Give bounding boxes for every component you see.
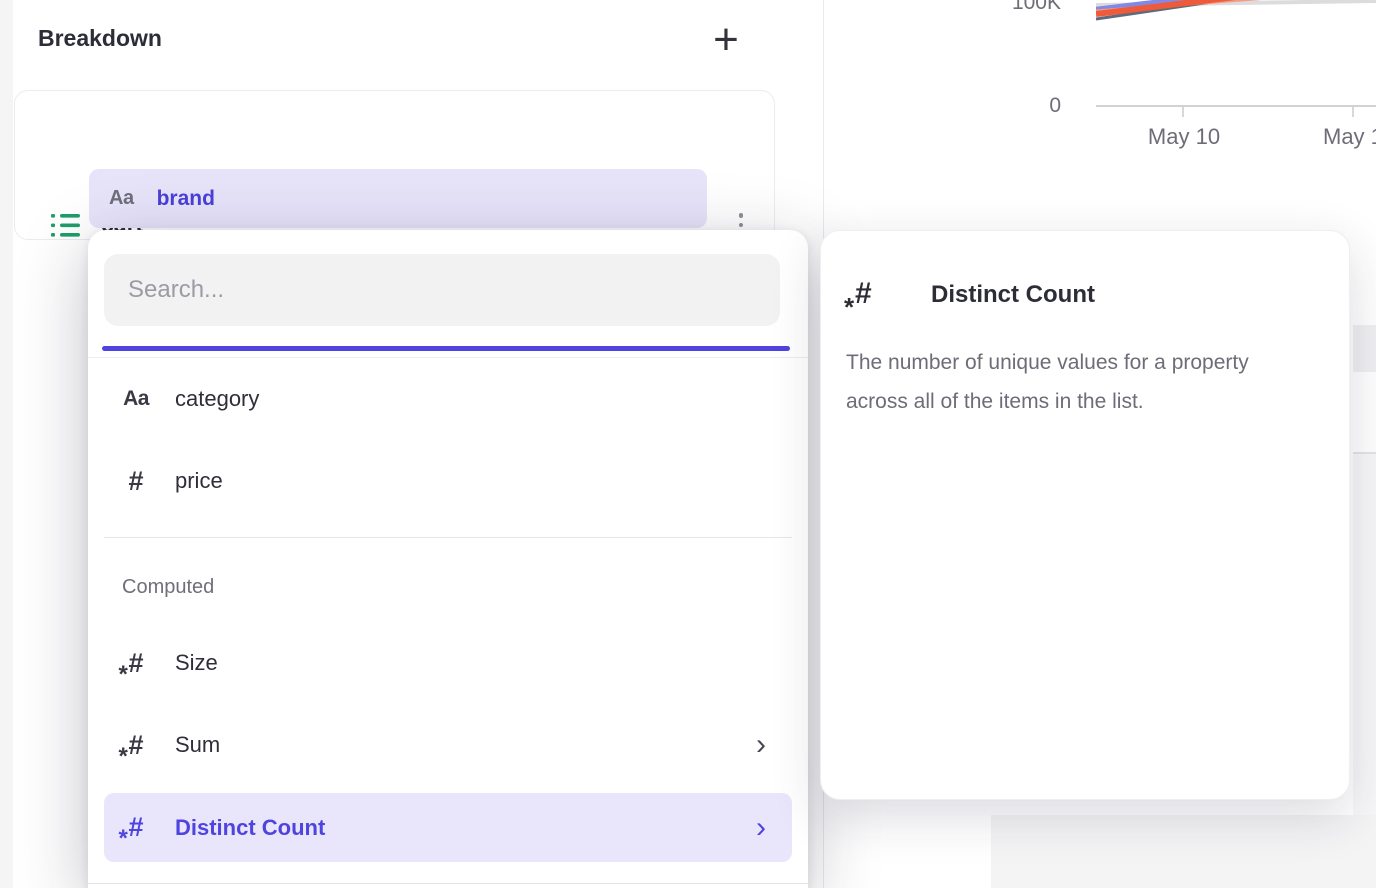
y-axis-label-0: 0: [999, 94, 1061, 118]
chevron-right-icon: ›: [756, 813, 766, 843]
tooltip-description: The number of unique values for a proper…: [846, 343, 1314, 421]
axis-tick: [1352, 107, 1354, 117]
selected-property-label: brand: [157, 187, 215, 211]
axis-tick: [1182, 107, 1184, 117]
breakdown-card: cart Aa brand: [14, 90, 775, 240]
text-type-icon: Aa: [109, 187, 134, 210]
list-type-icon: [51, 212, 81, 244]
option-label: Distinct Count: [175, 815, 325, 841]
add-breakdown-button[interactable]: +: [702, 16, 750, 64]
option-label: Sum: [175, 732, 220, 758]
text-type-icon: Aa: [118, 387, 154, 411]
option-size[interactable]: # * Size: [88, 622, 808, 704]
option-category[interactable]: Aa category: [88, 358, 808, 440]
selected-property-chip[interactable]: Aa brand: [89, 169, 707, 228]
chevron-right-icon: ›: [756, 730, 766, 760]
tooltip-title: Distinct Count: [931, 281, 1095, 309]
computed-number-icon: # *: [855, 279, 872, 309]
bottom-section-divider: [88, 883, 808, 884]
number-type-icon: #: [118, 468, 154, 495]
tooltip-card: # * Distinct Count The number of unique …: [820, 230, 1350, 800]
page: 100K 0 May 10 May 1 Breakdown +: [0, 0, 1376, 888]
option-sum[interactable]: # * Sum ›: [88, 704, 808, 786]
x-tick-label-may1x: May 1: [1323, 124, 1376, 150]
option-label: price: [175, 468, 223, 494]
option-distinct-count[interactable]: # * Distinct Count ›: [104, 793, 792, 862]
scrolled-selected-option-edge[interactable]: [102, 346, 790, 351]
x-axis-line: [1096, 105, 1376, 107]
computed-number-icon: # *: [128, 732, 143, 759]
background-row-fragment: [1353, 325, 1376, 372]
breakdown-title: Breakdown: [38, 25, 162, 52]
background-panel-fragment: [991, 815, 1376, 888]
computed-number-icon: # *: [128, 814, 143, 841]
search-input[interactable]: [104, 254, 780, 326]
x-tick-label-may10: May 10: [1134, 124, 1234, 150]
section-divider: [104, 537, 792, 538]
page-gutter: [0, 0, 13, 888]
plus-icon: +: [713, 15, 739, 64]
option-label: category: [175, 386, 259, 412]
property-dropdown: Aa category # price Computed # * Size # …: [88, 230, 808, 888]
kebab-icon: [739, 213, 744, 218]
line-chart-series: [1096, 0, 1376, 28]
search-box: [104, 254, 780, 326]
option-price[interactable]: # price: [88, 440, 808, 522]
y-axis-label-100k: 100K: [999, 0, 1061, 15]
computed-number-icon: # *: [128, 650, 143, 677]
option-label: Size: [175, 650, 218, 676]
section-label-computed: Computed: [122, 576, 214, 599]
